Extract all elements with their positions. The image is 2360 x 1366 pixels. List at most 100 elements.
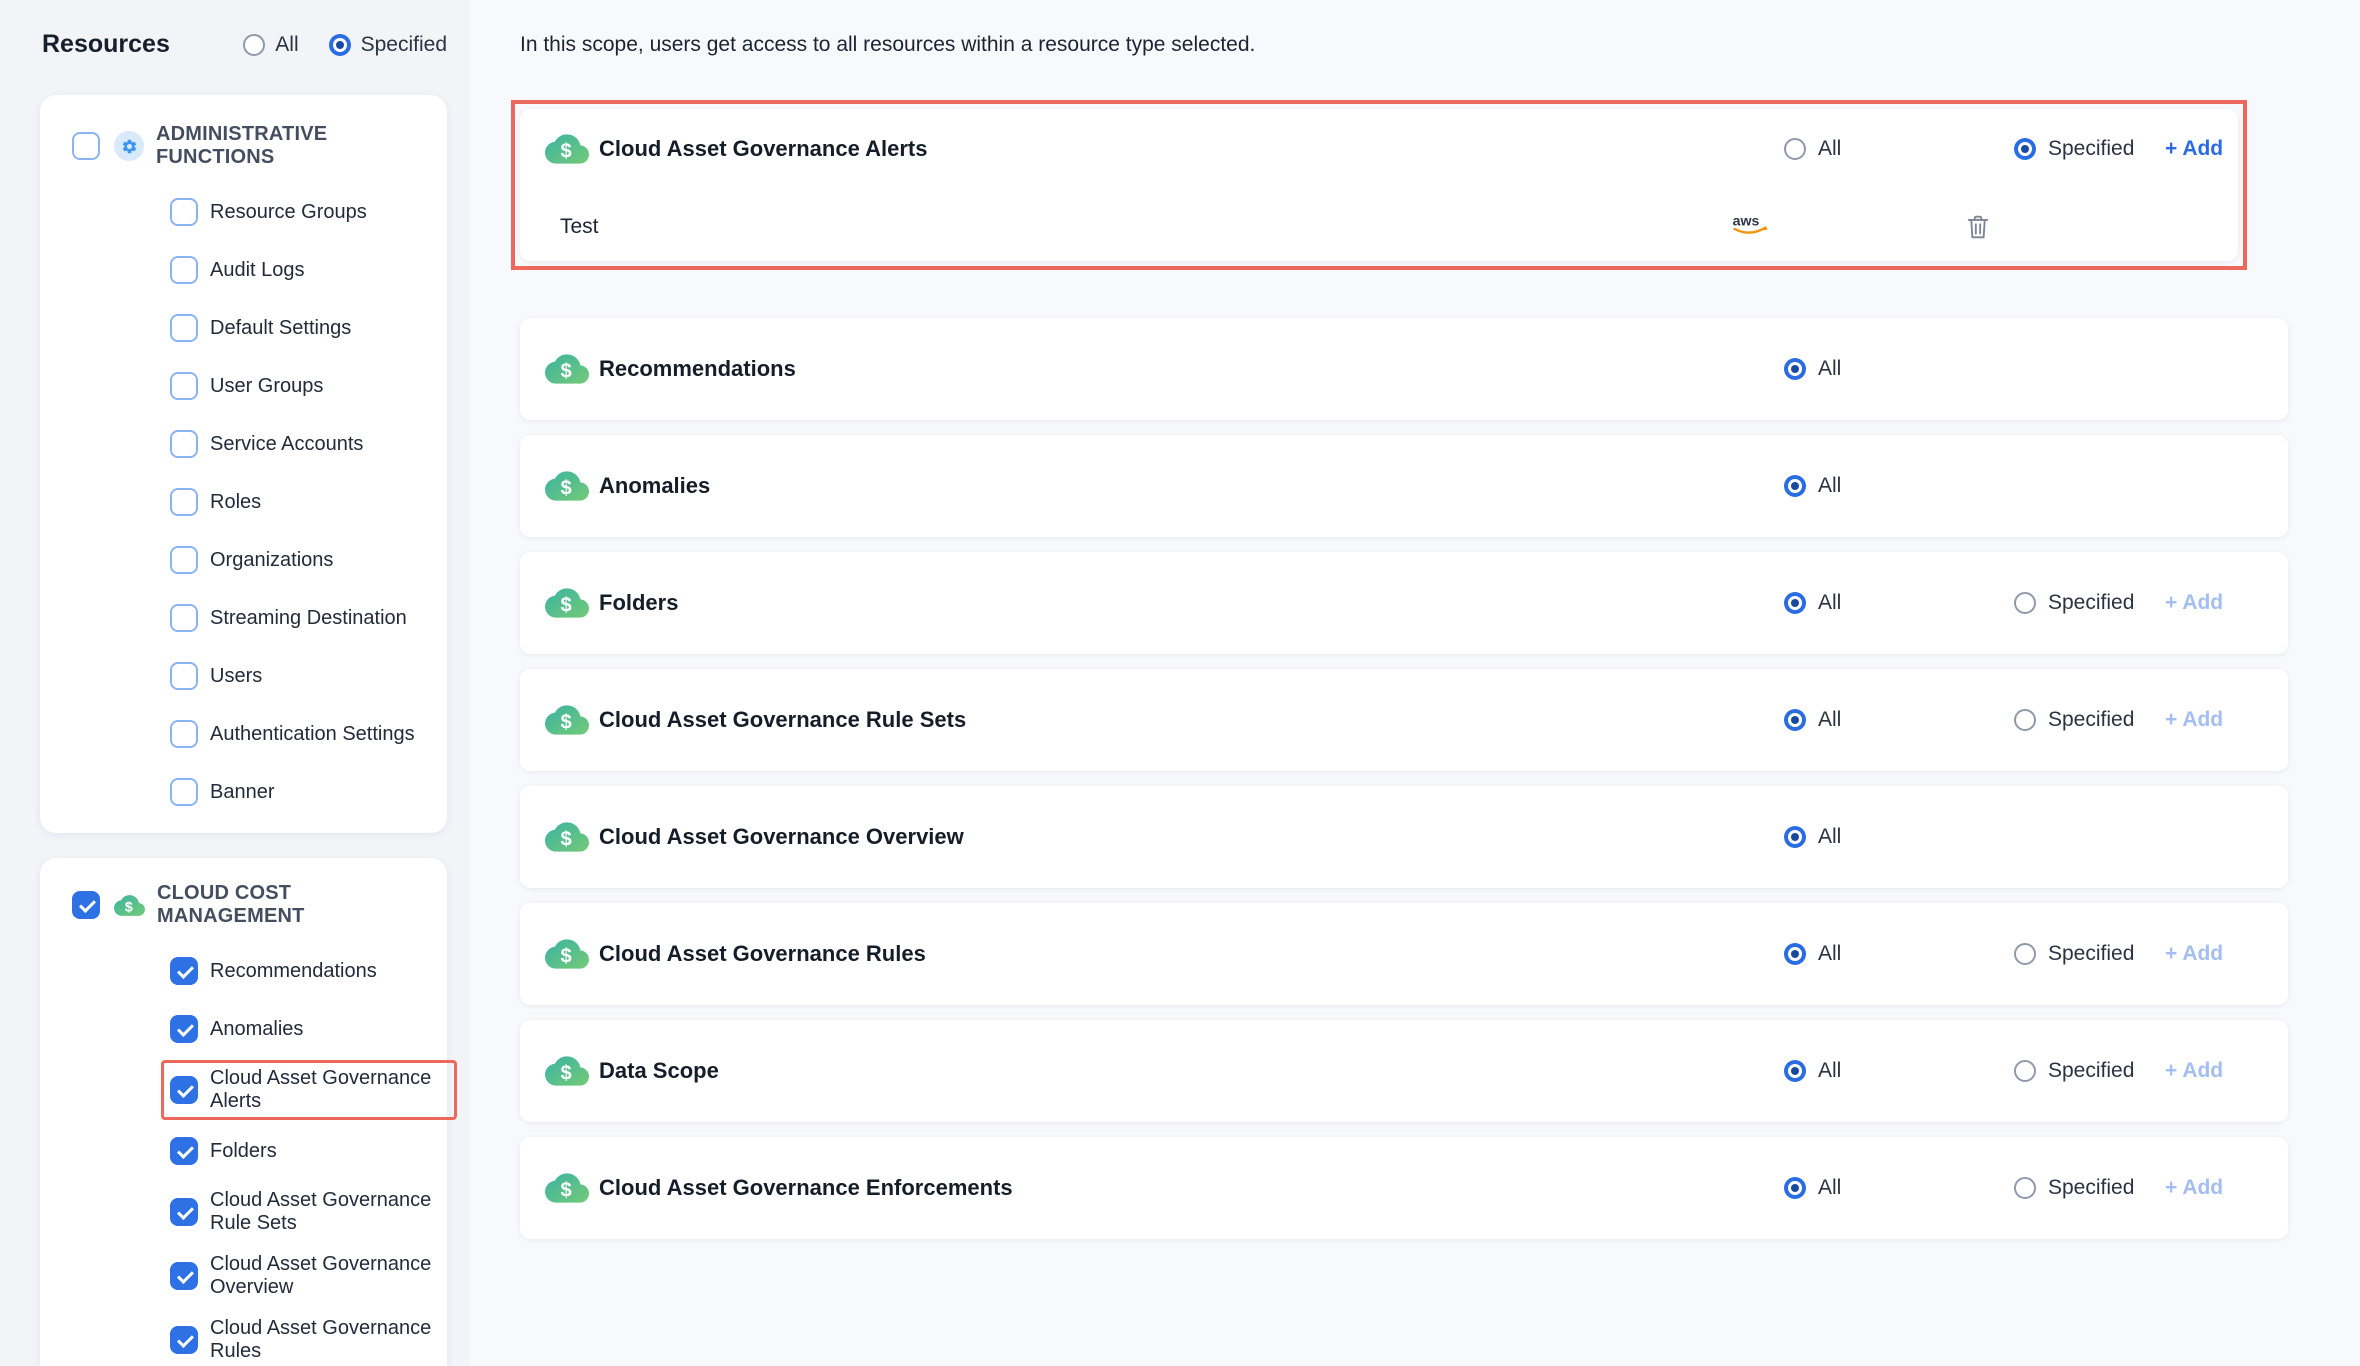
cloud-cost-management-card: $ CLOUD COST MANAGEMENT Recommendations … bbox=[40, 858, 447, 1366]
sidebar-item-organizations: Organizations bbox=[170, 531, 447, 589]
all-radio-label: All bbox=[275, 33, 298, 57]
sidebar-item-banner: Banner bbox=[170, 763, 447, 821]
add-button[interactable]: + Add bbox=[2165, 708, 2223, 732]
add-button[interactable]: + Add bbox=[2165, 1059, 2223, 1083]
all-radio[interactable] bbox=[1784, 709, 1806, 731]
aws-logo-icon: aws bbox=[1730, 209, 1776, 246]
all-radio[interactable] bbox=[1784, 475, 1806, 497]
all-radio[interactable] bbox=[1784, 1177, 1806, 1199]
sidebar-item-cloud-asset-governance-rule-sets: Cloud Asset Governance Rule Sets bbox=[170, 1180, 447, 1244]
scope-description: In this scope, users get access to all r… bbox=[520, 33, 1255, 57]
specified-radio-label: Specified bbox=[2048, 1059, 2134, 1083]
resource-card-cloud-asset-governance-alerts: $ Cloud Asset Governance Alerts All Spec… bbox=[520, 109, 2238, 261]
specified-option: Specified bbox=[2014, 591, 2134, 615]
resource-card-cloud-asset-governance-overview: $ Cloud Asset Governance Overview All bbox=[520, 786, 2288, 888]
sidebar-item-default-settings: Default Settings bbox=[170, 299, 447, 357]
sidebar-item-users: Users bbox=[170, 647, 447, 705]
all-option: All bbox=[1784, 591, 1841, 615]
sidebar-item-label: Users bbox=[210, 665, 444, 688]
all-radio[interactable] bbox=[1784, 592, 1806, 614]
specified-radio[interactable] bbox=[2014, 1060, 2036, 1082]
cloud-asset-governance-alerts-checkbox[interactable] bbox=[170, 1076, 198, 1104]
cloud-dollar-icon: $ bbox=[545, 127, 589, 171]
user-groups-checkbox[interactable] bbox=[170, 372, 198, 400]
specified-radio-label: Specified bbox=[2048, 942, 2134, 966]
cloud-cost-management-items: Recommendations Anomalies Cloud Asset Go… bbox=[40, 932, 447, 1366]
svg-text:$: $ bbox=[560, 1179, 571, 1201]
sidebar-item-streaming-destination: Streaming Destination bbox=[170, 589, 447, 647]
resource-cards-list: $ Cloud Asset Governance Alerts All Spec… bbox=[520, 100, 2288, 1254]
specified-radio-label: Specified bbox=[2048, 1176, 2134, 1200]
specified-radio[interactable] bbox=[2014, 592, 2036, 614]
all-radio[interactable] bbox=[1784, 358, 1806, 380]
anomalies-checkbox[interactable] bbox=[170, 1015, 198, 1043]
sidebar-item-label: Cloud Asset Governance Overview bbox=[210, 1253, 444, 1299]
recommendations-checkbox[interactable] bbox=[170, 957, 198, 985]
svg-text:$: $ bbox=[560, 477, 571, 499]
all-radio[interactable] bbox=[243, 34, 265, 56]
organizations-checkbox[interactable] bbox=[170, 546, 198, 574]
add-button[interactable]: + Add bbox=[2165, 942, 2223, 966]
sidebar-item-label: Organizations bbox=[210, 549, 444, 572]
all-radio[interactable] bbox=[1784, 1060, 1806, 1082]
resource-card-cloud-asset-governance-rule-sets: $ Cloud Asset Governance Rule Sets All S… bbox=[520, 669, 2288, 771]
add-option: + Add bbox=[2165, 708, 2223, 732]
authentication-settings-checkbox[interactable] bbox=[170, 720, 198, 748]
administrative-functions-title: ADMINISTRATIVE FUNCTIONS bbox=[156, 123, 431, 169]
users-checkbox[interactable] bbox=[170, 662, 198, 690]
all-radio[interactable] bbox=[1784, 943, 1806, 965]
sidebar-item-label: Audit Logs bbox=[210, 259, 444, 282]
specified-radio-label: Specified bbox=[2048, 591, 2134, 615]
sidebar-item-label: Resource Groups bbox=[210, 201, 444, 224]
delete-entry-icon[interactable] bbox=[1965, 212, 1991, 242]
add-button[interactable]: + Add bbox=[2165, 137, 2223, 161]
add-button[interactable]: + Add bbox=[2165, 1176, 2223, 1200]
specified-radio[interactable] bbox=[2014, 1177, 2036, 1199]
default-settings-checkbox[interactable] bbox=[170, 314, 198, 342]
all-radio-label: All bbox=[1818, 591, 1841, 615]
svg-text:$: $ bbox=[560, 828, 571, 850]
banner-checkbox[interactable] bbox=[170, 778, 198, 806]
all-option: All bbox=[1784, 1059, 1841, 1083]
audit-logs-checkbox[interactable] bbox=[170, 256, 198, 284]
specified-radio[interactable] bbox=[2014, 943, 2036, 965]
resource-card-title: Cloud Asset Governance Rule Sets bbox=[599, 707, 966, 733]
all-radio[interactable] bbox=[1784, 138, 1806, 160]
sidebar-item-label: Banner bbox=[210, 781, 444, 804]
resource-card-left: $ Cloud Asset Governance Overview bbox=[520, 786, 2288, 888]
specified-radio-label: Specified bbox=[2048, 137, 2134, 161]
resources-scope-radio-group: All Specified bbox=[243, 33, 447, 57]
resource-card-title: Data Scope bbox=[599, 1058, 719, 1084]
cloud-asset-governance-rule-sets-checkbox[interactable] bbox=[170, 1198, 198, 1226]
cloud-dollar-icon: $ bbox=[545, 581, 589, 625]
resource-groups-checkbox[interactable] bbox=[170, 198, 198, 226]
administrative-functions-card: ADMINISTRATIVE FUNCTIONS Resource Groups… bbox=[40, 95, 447, 833]
cloud-dollar-icon: $ bbox=[545, 1049, 589, 1093]
sidebar-item-cloud-asset-governance-overview: Cloud Asset Governance Overview bbox=[170, 1244, 447, 1308]
administrative-functions-checkbox[interactable] bbox=[72, 132, 100, 160]
cloud-dollar-icon: $ bbox=[545, 698, 589, 742]
svg-text:$: $ bbox=[560, 945, 571, 967]
resource-card-title: Recommendations bbox=[599, 356, 796, 382]
sidebar-item-folders: Folders bbox=[170, 1122, 447, 1180]
cloud-cost-management-checkbox[interactable] bbox=[72, 891, 100, 919]
specified-radio[interactable] bbox=[329, 34, 351, 56]
all-radio[interactable] bbox=[1784, 826, 1806, 848]
folders-checkbox[interactable] bbox=[170, 1137, 198, 1165]
sidebar-item-label: User Groups bbox=[210, 375, 444, 398]
add-option: + Add bbox=[2165, 1176, 2223, 1200]
add-button[interactable]: + Add bbox=[2165, 591, 2223, 615]
all-option: All bbox=[1784, 825, 1841, 849]
streaming-destination-checkbox[interactable] bbox=[170, 604, 198, 632]
cloud-asset-governance-rules-checkbox[interactable] bbox=[170, 1326, 198, 1354]
add-option: + Add bbox=[2165, 137, 2223, 161]
specified-radio[interactable] bbox=[2014, 709, 2036, 731]
scope-option-specified: Specified bbox=[329, 33, 447, 57]
specified-radio[interactable] bbox=[2014, 138, 2036, 160]
resource-card-left: $ Recommendations bbox=[520, 318, 2288, 420]
cloud-asset-governance-overview-checkbox[interactable] bbox=[170, 1262, 198, 1290]
all-radio-label: All bbox=[1818, 357, 1841, 381]
roles-checkbox[interactable] bbox=[170, 488, 198, 516]
resource-card-left: $ Anomalies bbox=[520, 435, 2288, 537]
service-accounts-checkbox[interactable] bbox=[170, 430, 198, 458]
